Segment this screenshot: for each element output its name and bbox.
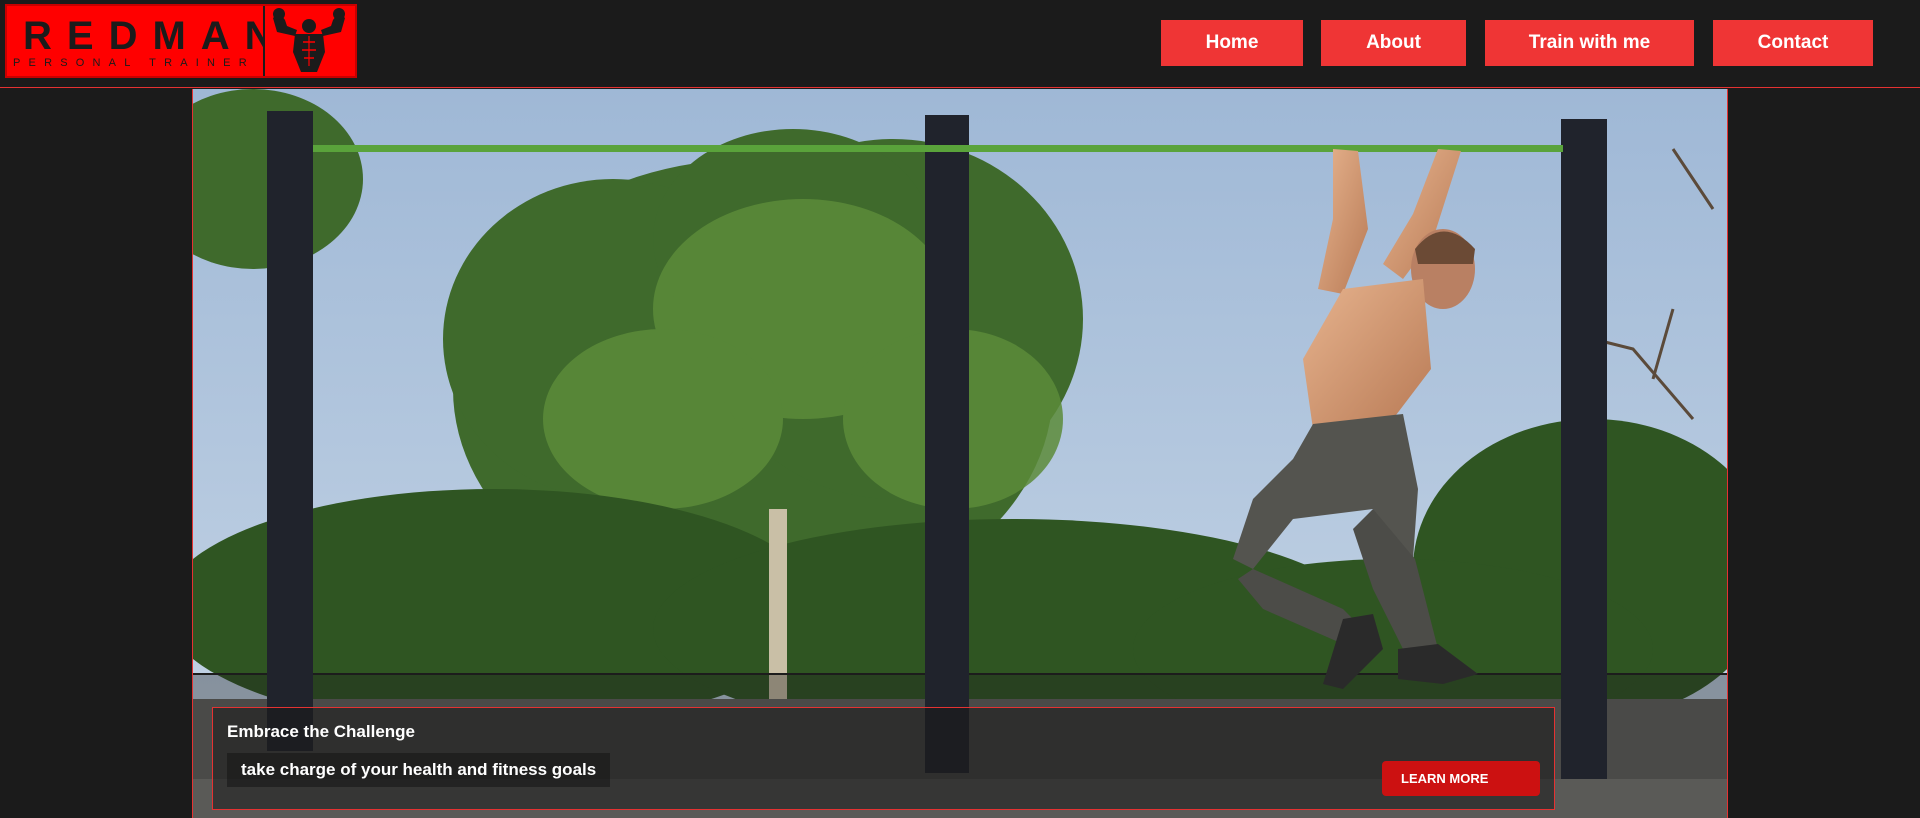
caption-title: Embrace the Challenge xyxy=(227,722,416,741)
flexing-muscles-icon xyxy=(263,6,355,76)
learn-more-button[interactable]: LEARN MORE xyxy=(1382,761,1540,796)
logo-tagline: PERSONAL TRAINER xyxy=(13,57,255,69)
nav-contact[interactable]: Contact xyxy=(1713,20,1873,66)
site-logo[interactable]: REDMAN PERSONAL TRAINER xyxy=(5,4,357,78)
nav-train-with-me[interactable]: Train with me xyxy=(1485,20,1694,66)
nav-home[interactable]: Home xyxy=(1161,20,1303,66)
site-header: REDMAN PERSONAL TRAINER Home About Train… xyxy=(0,0,1920,88)
logo-name: REDMAN xyxy=(23,14,289,58)
caption-subtitle: take charge of your health and fitness g… xyxy=(227,753,611,787)
hero-caption: Embrace the Challenge take charge of you… xyxy=(212,707,1555,810)
nav-about[interactable]: About xyxy=(1321,20,1466,66)
